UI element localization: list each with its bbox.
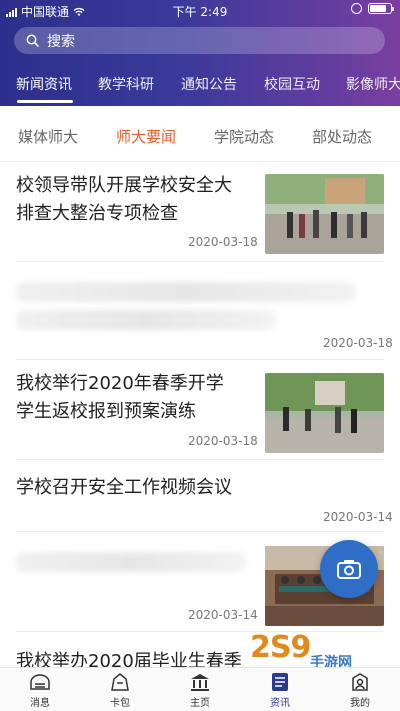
- news-date: 2020-03-18: [188, 235, 258, 249]
- tab-media[interactable]: 影像师大: [346, 74, 400, 94]
- news-icon: [272, 673, 288, 691]
- orientation-lock-icon: [351, 3, 362, 14]
- news-item[interactable]: 2020-03-18: [0, 262, 400, 360]
- nav-profile[interactable]: 我的: [330, 672, 390, 709]
- tab-notices[interactable]: 通知公告: [181, 74, 237, 94]
- header: 中国联通 下午 2:49 搜索 新闻资讯 教学科研 通知公告 校园互动 影像师大: [0, 0, 400, 106]
- profile-icon: [352, 673, 368, 691]
- subtab-headlines[interactable]: 师大要闻: [116, 126, 176, 147]
- news-thumbnail: [265, 174, 384, 254]
- card-bag-icon: [111, 673, 129, 691]
- news-title-line: 校领导带队开展学校安全大: [16, 175, 232, 196]
- news-date: 2020-03-18: [323, 336, 393, 350]
- blurred-title: [16, 552, 246, 572]
- tab-news[interactable]: 新闻资讯: [16, 74, 72, 94]
- search-icon: [26, 34, 39, 47]
- nav-card-bag[interactable]: 卡包: [90, 672, 150, 709]
- news-title: 学校召开安全工作视频会议: [16, 477, 232, 498]
- nav-label: 我的: [350, 698, 370, 709]
- search-placeholder: 搜索: [47, 33, 75, 50]
- subtab-department-news[interactable]: 部处动态: [312, 126, 372, 147]
- bottom-nav: 消息 卡包 主页 资讯 我的: [0, 667, 400, 711]
- battery-fill: [370, 5, 386, 12]
- active-tab-indicator: [17, 100, 73, 103]
- nav-home[interactable]: 主页: [170, 672, 230, 709]
- subtab-college-news[interactable]: 学院动态: [214, 126, 274, 147]
- news-title-line: 排查大整治专项检查: [16, 203, 178, 224]
- tab-campus-interaction[interactable]: 校园互动: [264, 74, 320, 94]
- news-title-line: 学生返校报到预案演练: [16, 401, 196, 422]
- news-thumbnail: [265, 373, 384, 453]
- sub-tabs: 媒体师大 师大要闻 学院动态 部处动态: [0, 106, 400, 162]
- news-title: 我校举行2020年春季开学 学生返校报到预案演练: [16, 370, 224, 426]
- subtab-media[interactable]: 媒体师大: [18, 126, 78, 147]
- news-title: 我校举办2020届毕业生春季: [16, 651, 242, 667]
- camera-icon: [337, 560, 361, 579]
- news-item[interactable]: 校领导带队开展学校安全大 排查大整治专项检查 2020-03-18: [0, 162, 400, 262]
- status-time: 下午 2:49: [172, 5, 228, 19]
- camera-button[interactable]: [320, 540, 378, 598]
- message-icon: [30, 674, 50, 690]
- nav-messages[interactable]: 消息: [10, 672, 70, 709]
- blurred-title: [16, 310, 276, 330]
- news-date: 2020-03-18: [188, 434, 258, 448]
- nav-label: 资讯: [270, 698, 290, 709]
- tab-teaching-research[interactable]: 教学科研: [98, 74, 154, 94]
- news-title-line: 我校举行2020年春季开学: [16, 373, 224, 394]
- watermark-logo: 2S9: [250, 630, 311, 665]
- site-watermark: 2S9 手游网: [250, 630, 380, 671]
- search-input[interactable]: 搜索: [14, 27, 385, 54]
- news-date: 2020-03-14: [188, 608, 258, 622]
- news-title: 校领导带队开展学校安全大 排查大整治专项检查: [16, 172, 232, 228]
- status-right: [351, 3, 394, 14]
- battery-icon: [368, 3, 394, 14]
- status-bar: 中国联通 下午 2:49: [0, 0, 400, 22]
- nav-label: 卡包: [110, 698, 130, 709]
- blurred-title: [16, 282, 356, 302]
- top-tabs: 新闻资讯 教学科研 通知公告 校园互动 影像师大: [0, 62, 400, 106]
- news-item[interactable]: 我校举行2020年春季开学 学生返校报到预案演练 2020-03-18: [0, 360, 400, 460]
- nav-label: 消息: [30, 698, 50, 709]
- nav-label: 主页: [190, 698, 210, 709]
- nav-news[interactable]: 资讯: [250, 672, 310, 709]
- news-date: 2020-03-14: [323, 510, 393, 524]
- home-icon: [191, 674, 209, 691]
- news-item[interactable]: 学校召开安全工作视频会议 2020-03-14: [0, 460, 400, 532]
